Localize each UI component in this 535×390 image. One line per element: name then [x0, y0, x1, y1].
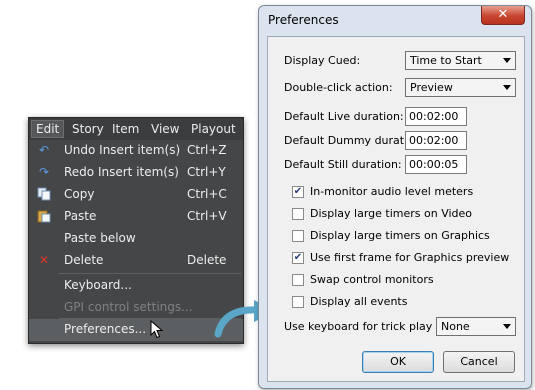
chevron-down-icon — [503, 58, 511, 63]
preferences-dialog: Preferences ✕ Display Cued: Time to Star… — [258, 5, 532, 389]
chevron-down-icon — [503, 85, 511, 90]
ok-button[interactable]: OK — [362, 351, 434, 373]
menu-bar-edit[interactable]: Edit — [31, 120, 65, 138]
double-click-label: Double-click action: — [284, 81, 393, 94]
menu-bar-item[interactable]: Item — [112, 122, 139, 136]
menu-item-undo[interactable]: ↶ Undo Insert item(s) Ctrl+Z — [29, 140, 243, 162]
checkbox-large-timers-video[interactable] — [292, 208, 304, 220]
delete-icon: ✕ — [38, 253, 50, 267]
double-click-select[interactable]: Preview — [405, 78, 516, 97]
menu-item-copy[interactable]: Copy Ctrl+C — [29, 184, 243, 206]
close-icon: ✕ — [497, 7, 509, 22]
checkbox-swap-control-monitors[interactable] — [292, 274, 304, 286]
menu-bar-view[interactable]: View — [151, 122, 179, 136]
menu-bar: Edit Story Item View Playout — [29, 118, 243, 140]
edit-menu: Edit Story Item View Playout ↶ Undo Inse… — [28, 117, 244, 344]
checkbox-large-timers-graphics[interactable] — [292, 230, 304, 242]
menu-item-preferences[interactable]: Preferences... — [29, 319, 243, 341]
dummy-duration-input[interactable]: 00:02:00 — [405, 131, 467, 150]
menu-item-delete[interactable]: ✕ Delete Delete — [29, 250, 243, 272]
menu-item-keyboard[interactable]: Keyboard... — [29, 275, 243, 297]
checkbox-in-monitor-audio[interactable]: ✔ — [292, 186, 304, 198]
checkbox-display-all-events[interactable] — [292, 296, 304, 308]
menu-item-paste-below[interactable]: Paste below — [29, 228, 243, 250]
checkmark-icon: ✔ — [293, 252, 303, 263]
menu-item-paste[interactable]: Paste Ctrl+V — [29, 206, 243, 228]
live-duration-input[interactable]: 00:02:00 — [405, 107, 467, 126]
display-cued-label: Display Cued: — [284, 54, 361, 67]
dialog-title: Preferences — [268, 13, 339, 27]
trick-play-select[interactable]: None — [436, 317, 516, 336]
still-duration-label: Default Still duration: — [284, 158, 402, 171]
undo-icon: ↶ — [38, 143, 50, 157]
still-duration-input[interactable]: 00:00:05 — [405, 155, 467, 174]
menu-item-redo[interactable]: ↷ Redo Insert item(s) Ctrl+Y — [29, 162, 243, 184]
checkbox-label: Swap control monitors — [310, 273, 434, 286]
menu-item-gpi-control-settings: GPI control settings... — [64, 300, 193, 314]
checkbox-label: In-monitor audio level meters — [310, 185, 474, 198]
checkbox-label: Display large timers on Video — [310, 207, 473, 220]
trick-play-label: Use keyboard for trick play on: — [284, 320, 454, 333]
menu-separator — [59, 273, 241, 274]
checkbox-first-frame-graphics[interactable]: ✔ — [292, 252, 304, 264]
menu-bar-story[interactable]: Story — [72, 122, 104, 136]
checkmark-icon: ✔ — [293, 186, 303, 197]
chevron-down-icon — [503, 324, 511, 329]
checkbox-label: Display large timers on Graphics — [310, 229, 490, 242]
close-button[interactable]: ✕ — [481, 6, 525, 25]
cancel-button[interactable]: Cancel — [443, 351, 515, 373]
redo-icon: ↷ — [38, 165, 50, 179]
checkbox-label: Use first frame for Graphics preview — [310, 251, 510, 264]
dummy-duration-label: Default Dummy duration: — [284, 134, 425, 147]
checkbox-label: Display all events — [310, 295, 408, 308]
paste-icon — [37, 209, 51, 223]
dialog-body: Display Cued: Time to Start Double-click… — [267, 36, 525, 382]
live-duration-label: Default Live duration: — [284, 110, 404, 123]
mouse-cursor-icon — [150, 320, 164, 339]
menu-bar-playout[interactable]: Playout — [191, 122, 236, 136]
display-cued-select[interactable]: Time to Start — [405, 51, 516, 70]
copy-icon — [37, 187, 51, 201]
